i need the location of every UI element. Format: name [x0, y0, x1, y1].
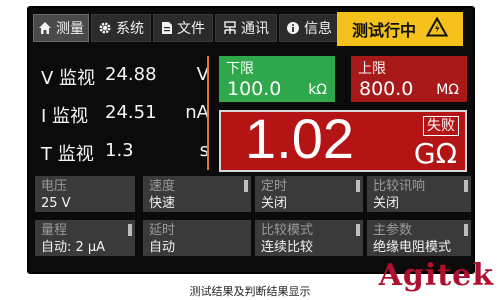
- param-title: 定时: [261, 179, 288, 194]
- home-icon: [38, 21, 52, 35]
- fail-badge: 失败: [423, 116, 459, 136]
- lower-limit-unit: kΩ: [308, 82, 327, 98]
- param-title: 比较模式: [261, 223, 314, 238]
- param-timer[interactable]: 定时 关闭: [255, 176, 363, 212]
- param-value: 25 V: [41, 196, 71, 211]
- time-readout: T 监视 1.3 s: [37, 140, 209, 165]
- param-compare-beep[interactable]: 比较讯响 关闭: [367, 176, 471, 212]
- brand-logo: Agitek: [378, 258, 494, 293]
- param-main[interactable]: 主参数 绝缘电阻模式: [367, 220, 471, 256]
- param-value: 自动: 2 μA: [41, 240, 106, 255]
- param-title: 电压: [41, 179, 68, 194]
- gear-icon: [98, 21, 112, 35]
- param-title: 量程: [41, 223, 68, 238]
- param-value: 自动: [149, 240, 176, 255]
- param-delay[interactable]: 延时 自动: [143, 220, 251, 256]
- scroll-indicator: [464, 180, 468, 192]
- lower-limit-title: 下限: [226, 61, 254, 77]
- param-speed[interactable]: 速度 快速: [143, 176, 251, 212]
- param-title: 速度: [149, 179, 176, 194]
- readout-divider: [207, 56, 209, 170]
- readout-unit: nA: [185, 102, 209, 123]
- readout-value: 1.3: [105, 140, 134, 161]
- upper-limit-box[interactable]: 上限 800.0 MΩ: [351, 56, 467, 102]
- param-value: 绝缘电阻模式: [373, 240, 452, 255]
- status-badge: 测试行中: [337, 12, 463, 46]
- param-compare-mode[interactable]: 比较模式 连续比较: [255, 220, 363, 256]
- upper-limit-value: 800.0: [359, 78, 414, 100]
- tab-comm[interactable]: 通讯: [215, 14, 277, 42]
- tab-label: 通讯: [241, 21, 269, 37]
- param-value: 快速: [149, 196, 176, 211]
- scroll-indicator: [356, 180, 360, 192]
- scroll-indicator: [356, 224, 360, 236]
- param-value: 关闭: [373, 196, 400, 211]
- result-unit: GΩ: [413, 137, 457, 170]
- network-icon: [223, 21, 237, 35]
- status-label: 测试行中: [351, 21, 416, 40]
- upper-limit-title: 上限: [358, 61, 386, 77]
- lower-limit-box[interactable]: 下限 100.0 kΩ: [219, 56, 335, 102]
- param-value: 关闭: [261, 196, 288, 211]
- tab-label: 系统: [116, 21, 144, 37]
- tab-label: 测量: [56, 21, 84, 37]
- tab-info[interactable]: 信息: [279, 14, 339, 42]
- document-icon: [161, 21, 173, 35]
- readout-value: 24.88: [105, 64, 157, 85]
- param-title: 比较讯响: [373, 179, 426, 194]
- scroll-indicator: [128, 224, 132, 236]
- readout-label: V 监视: [41, 68, 96, 89]
- instrument-screen: 测量 系统 文件 通讯 信息 测试行中 V 监视 24.88 V I 监视 24…: [27, 6, 475, 274]
- readout-label: T 监视: [41, 144, 94, 165]
- tab-label: 信息: [304, 21, 332, 37]
- tab-measure[interactable]: 测量: [33, 14, 89, 42]
- param-range[interactable]: 量程 自动: 2 μA: [35, 220, 135, 256]
- param-value: 连续比较: [261, 240, 314, 255]
- warning-icon: [425, 16, 449, 41]
- readout-value: 24.51: [105, 102, 157, 123]
- lower-limit-value: 100.0: [227, 78, 282, 100]
- scroll-indicator: [244, 180, 248, 192]
- upper-limit-unit: MΩ: [436, 82, 459, 98]
- tab-label: 文件: [177, 21, 205, 37]
- scroll-indicator: [464, 224, 468, 236]
- tab-system[interactable]: 系统: [91, 14, 151, 42]
- voltage-readout: V 监视 24.88 V: [37, 64, 209, 89]
- param-title: 延时: [149, 223, 176, 238]
- current-readout: I 监视 24.51 nA: [37, 102, 209, 127]
- result-box: 1.02 失败 GΩ: [219, 107, 467, 172]
- param-voltage[interactable]: 电压 25 V: [35, 176, 135, 212]
- readout-label: I 监视: [41, 106, 89, 127]
- param-title: 主参数: [373, 223, 413, 238]
- result-value: 1.02: [245, 107, 354, 170]
- tab-files[interactable]: 文件: [153, 14, 213, 42]
- info-icon: [286, 21, 300, 35]
